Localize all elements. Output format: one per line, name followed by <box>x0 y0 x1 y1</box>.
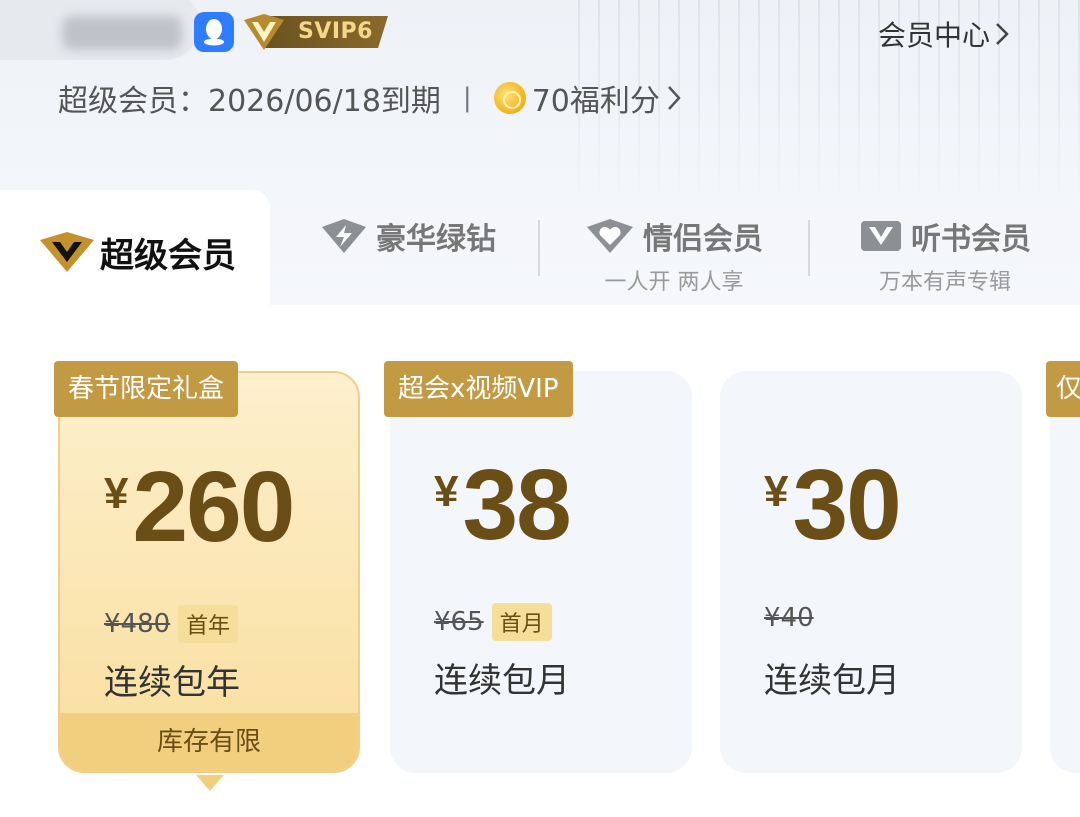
plan-card-monthly[interactable]: ¥ 30 ¥40 连续包月 <box>720 371 1022 773</box>
tab-label: 听书会员 <box>911 222 1031 257</box>
plan-card-video-vip[interactable]: ¥ 38 ¥65 首月 连续包月 <box>390 371 692 773</box>
membership-tabs: 超级会员 豪华绿钻 情侣会员 一人开 两人享 听书会员 万本有声专辑 <box>0 190 1080 305</box>
original-price: ¥480 <box>104 609 171 639</box>
original-price-row: ¥480 首年 <box>104 605 239 643</box>
plan-card-partial[interactable] <box>1050 371 1080 773</box>
tab-subtitle: 万本有声专辑 <box>878 270 1011 295</box>
plan-tag: 仅 <box>1046 361 1080 417</box>
currency-symbol: ¥ <box>764 467 789 516</box>
coin-icon <box>493 82 526 114</box>
price-value: 260 <box>132 451 295 563</box>
diamond-v-icon <box>40 232 94 272</box>
price-value: 30 <box>792 449 901 561</box>
tab-label: 豪华绿钻 <box>376 222 496 257</box>
tab-couple-member[interactable]: 情侣会员 一人开 两人享 <box>574 214 774 295</box>
lightning-diamond-icon <box>322 219 366 253</box>
tab-subtitle: 一人开 两人享 <box>604 270 744 295</box>
tab-label: 超级会员 <box>100 236 236 276</box>
price-value: 38 <box>462 449 571 561</box>
plan-term: 连续包年 <box>104 663 240 703</box>
qq-icon <box>194 12 234 52</box>
plan-price: ¥ 38 <box>434 449 572 561</box>
period-badge: 首月 <box>491 603 552 641</box>
plan-cards: ¥ 260 ¥480 首年 连续包年 库存有限 春节限定礼盒 ¥ 38 ¥65 … <box>0 305 1080 817</box>
tab-divider <box>538 220 540 276</box>
currency-symbol: ¥ <box>434 467 459 516</box>
period-badge: 首年 <box>178 605 239 643</box>
tab-label: 情侣会员 <box>643 222 763 257</box>
book-v-icon <box>861 221 901 251</box>
expiry-text: 超级会员：2026/06/18到期 <box>58 84 441 119</box>
plan-price: ¥ 30 <box>764 449 902 561</box>
plan-tag: 超会x视频VIP <box>384 361 573 417</box>
plan-term: 连续包月 <box>764 661 900 701</box>
chevron-right-icon <box>667 86 681 110</box>
membership-info-line: 超级会员：2026/06/18到期 | 70福利分 <box>58 76 682 120</box>
tab-divider <box>808 220 810 276</box>
plan-tag: 春节限定礼盒 <box>54 361 239 417</box>
original-price-row: ¥40 <box>764 603 814 633</box>
selected-pointer <box>196 775 224 791</box>
plan-card-yearly-gift[interactable]: ¥ 260 ¥480 首年 连续包年 库存有限 <box>58 371 360 773</box>
member-center-label: 会员中心 <box>877 19 990 52</box>
member-center-link[interactable]: 会员中心 <box>878 14 1010 54</box>
stock-limited-label: 库存有限 <box>60 713 358 771</box>
original-price-row: ¥65 首月 <box>434 603 552 641</box>
points-link[interactable]: 70福利分 <box>493 76 682 120</box>
heart-diamond-icon <box>587 219 633 253</box>
tab-audiobook-member[interactable]: 听书会员 万本有声专辑 <box>850 214 1040 295</box>
original-price: ¥40 <box>764 603 814 633</box>
svip-v-icon <box>244 14 284 50</box>
username-blurred <box>62 16 182 50</box>
currency-symbol: ¥ <box>104 469 129 518</box>
tab-luxury-green-diamond[interactable]: 豪华绿钻 <box>318 214 498 294</box>
svip-level-badge[interactable]: SVIP6 <box>242 12 392 52</box>
separator: | <box>462 83 472 113</box>
plan-price: ¥ 260 <box>104 451 295 563</box>
plan-term: 连续包月 <box>434 661 570 701</box>
points-text: 70福利分 <box>531 84 660 119</box>
tab-super-member[interactable]: 超级会员 <box>0 190 270 305</box>
chevron-right-icon <box>996 23 1009 45</box>
original-price: ¥65 <box>434 607 484 637</box>
